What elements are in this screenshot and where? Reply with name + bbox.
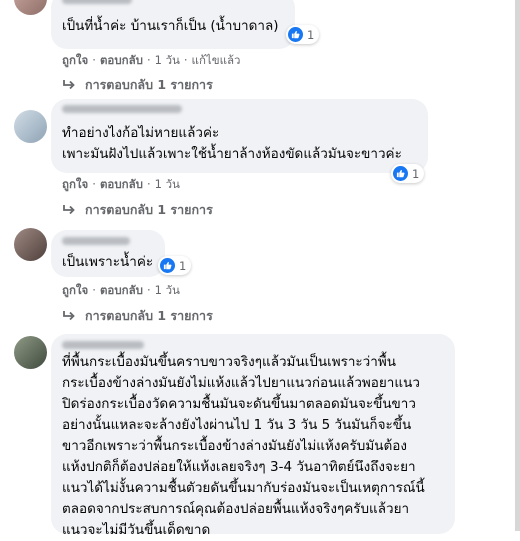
reply-action[interactable]: ตอบกลับ — [100, 53, 143, 67]
avatar[interactable] — [14, 110, 47, 143]
timestamp[interactable]: 1 วัน — [155, 177, 180, 191]
comment-text: เป็นที่น้ำค่ะ บ้านเราก็เป็น (น้ำบาดาล) — [62, 18, 279, 34]
scrollbar[interactable] — [515, 0, 520, 531]
avatar[interactable] — [14, 0, 47, 15]
comment-author[interactable] — [62, 237, 130, 245]
reply-arrow-icon — [63, 80, 75, 90]
avatar[interactable] — [14, 336, 47, 369]
comment-author[interactable] — [62, 0, 132, 4]
comment-author[interactable] — [62, 341, 144, 349]
edited-label[interactable]: แก้ไขแล้ว — [192, 53, 241, 67]
reaction-badge[interactable]: 1 — [286, 25, 320, 44]
comment-text: เป็นเพราะน้ำค่ะ — [62, 254, 154, 270]
replies-count-label: การตอบกลับ 1 รายการ — [85, 77, 213, 92]
reply-action[interactable]: ตอบกลับ — [100, 177, 143, 191]
like-icon — [160, 258, 175, 273]
comment-author[interactable] — [62, 105, 182, 113]
timestamp[interactable]: 1 วัน — [155, 53, 180, 67]
like-action[interactable]: ถูกใจ — [62, 53, 88, 67]
view-replies-link[interactable]: การตอบกลับ 1 รายการ — [62, 200, 213, 220]
comment-bubble: ทำอย่างไงก้อไม่หายแล้วค่ะ เพาะมันฝังไปแล… — [51, 99, 428, 173]
like-icon — [288, 27, 303, 42]
comment-bubble: เป็นเพราะน้ำค่ะ — [51, 230, 165, 277]
reaction-count: 1 — [179, 258, 187, 273]
like-action[interactable]: ถูกใจ — [62, 283, 88, 297]
comment-actions: ถูกใจ · ตอบกลับ · 1 วัน — [62, 177, 180, 191]
timestamp[interactable]: 1 วัน — [155, 283, 180, 297]
comment-bubble: ที่พื้นกระเบื้องมันขึ้นคราบขาวจริงๆแล้วม… — [51, 334, 455, 538]
reply-action[interactable]: ตอบกลับ — [100, 283, 143, 297]
like-action[interactable]: ถูกใจ — [62, 177, 88, 191]
reaction-count: 1 — [412, 166, 420, 181]
comment-actions: ถูกใจ · ตอบกลับ · 1 วัน · แก้ไขแล้ว — [62, 53, 241, 67]
reaction-count: 1 — [307, 27, 315, 42]
view-replies-link[interactable]: การตอบกลับ 1 รายการ — [62, 75, 213, 95]
comment-text: ที่พื้นกระเบื้องมันขึ้นคราบขาวจริงๆแล้วม… — [62, 354, 425, 538]
reaction-badge[interactable]: 1 — [391, 164, 425, 183]
view-replies-link[interactable]: การตอบกลับ 1 รายการ — [62, 306, 213, 326]
like-icon — [393, 166, 408, 181]
reaction-badge[interactable]: 1 — [158, 256, 192, 275]
reply-arrow-icon — [63, 205, 75, 215]
comment-actions: ถูกใจ · ตอบกลับ · 1 วัน — [62, 283, 180, 297]
replies-count-label: การตอบกลับ 1 รายการ — [85, 308, 213, 323]
reply-arrow-icon — [63, 311, 75, 321]
avatar[interactable] — [14, 228, 47, 261]
replies-count-label: การตอบกลับ 1 รายการ — [85, 202, 213, 217]
comment-text: ทำอย่างไงก้อไม่หายแล้วค่ะ เพาะมันฝังไปแล… — [62, 125, 402, 162]
comment-bubble: เป็นที่น้ำค่ะ บ้านเราก็เป็น (น้ำบาดาล) — [51, 0, 295, 49]
